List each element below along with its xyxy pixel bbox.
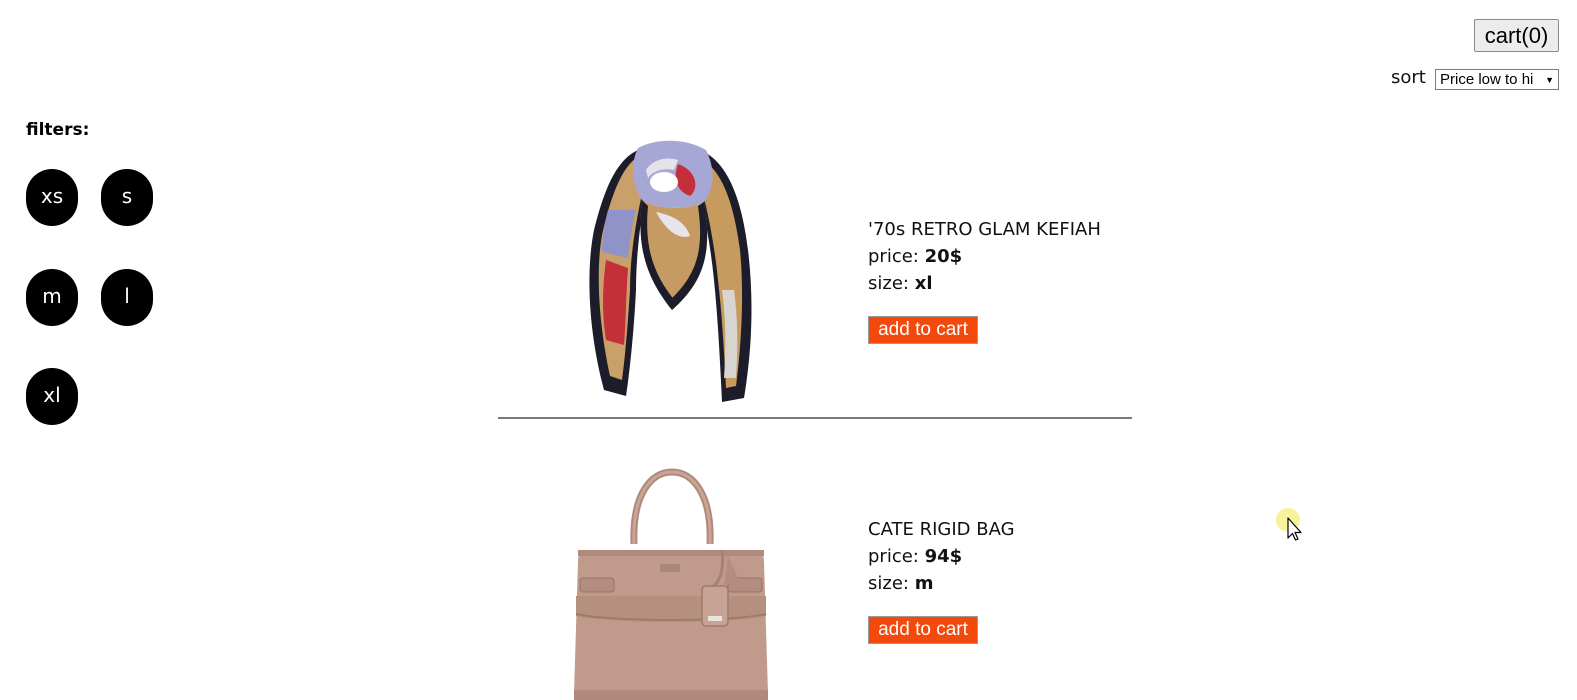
add-to-cart-button[interactable]: add to cart — [868, 316, 978, 344]
product-name: '70s RETRO GLAM KEFIAH — [868, 219, 1101, 240]
size-label: size: — [868, 573, 909, 594]
mouse-cursor-icon — [1276, 508, 1302, 541]
product-info: CATE RIGID BAG price: 94$ size: m — [868, 516, 1015, 597]
product-size-row: size: xl — [868, 270, 1101, 297]
size-filter-m[interactable]: m — [26, 269, 78, 326]
product-image-bag — [574, 468, 768, 700]
add-to-cart-button[interactable]: add to cart — [868, 616, 978, 644]
price-label: price: — [868, 546, 919, 567]
filters-title: filters: — [26, 120, 90, 140]
product-name: CATE RIGID BAG — [868, 519, 1015, 540]
product-price: 20$ — [924, 246, 963, 267]
product-price-row: price: 20$ — [868, 243, 1101, 270]
product-info: '70s RETRO GLAM KEFIAH price: 20$ size: … — [868, 216, 1101, 297]
product-divider — [498, 417, 1132, 419]
shop-page: cart(0) sort Price low to hi ▼ filters: … — [0, 0, 1577, 700]
product-size: m — [914, 573, 934, 594]
product-size: xl — [914, 273, 933, 294]
size-filter-l[interactable]: l — [101, 269, 153, 326]
sort-select[interactable]: Price low to hi ▼ — [1435, 69, 1559, 90]
price-label: price: — [868, 246, 919, 267]
product-price: 94$ — [924, 546, 963, 567]
size-label: size: — [868, 273, 909, 294]
sort-label: sort — [1391, 67, 1426, 88]
size-filter-s[interactable]: s — [101, 169, 153, 226]
cart-button[interactable]: cart(0) — [1474, 19, 1559, 52]
product-size-row: size: m — [868, 570, 1015, 597]
size-filter-xs[interactable]: xs — [26, 169, 78, 226]
chevron-down-icon: ▼ — [1545, 75, 1554, 85]
sort-selected-value: Price low to hi — [1440, 71, 1534, 88]
size-filter-xl[interactable]: xl — [26, 368, 78, 425]
product-price-row: price: 94$ — [868, 543, 1015, 570]
product-image-scarf — [589, 140, 752, 402]
